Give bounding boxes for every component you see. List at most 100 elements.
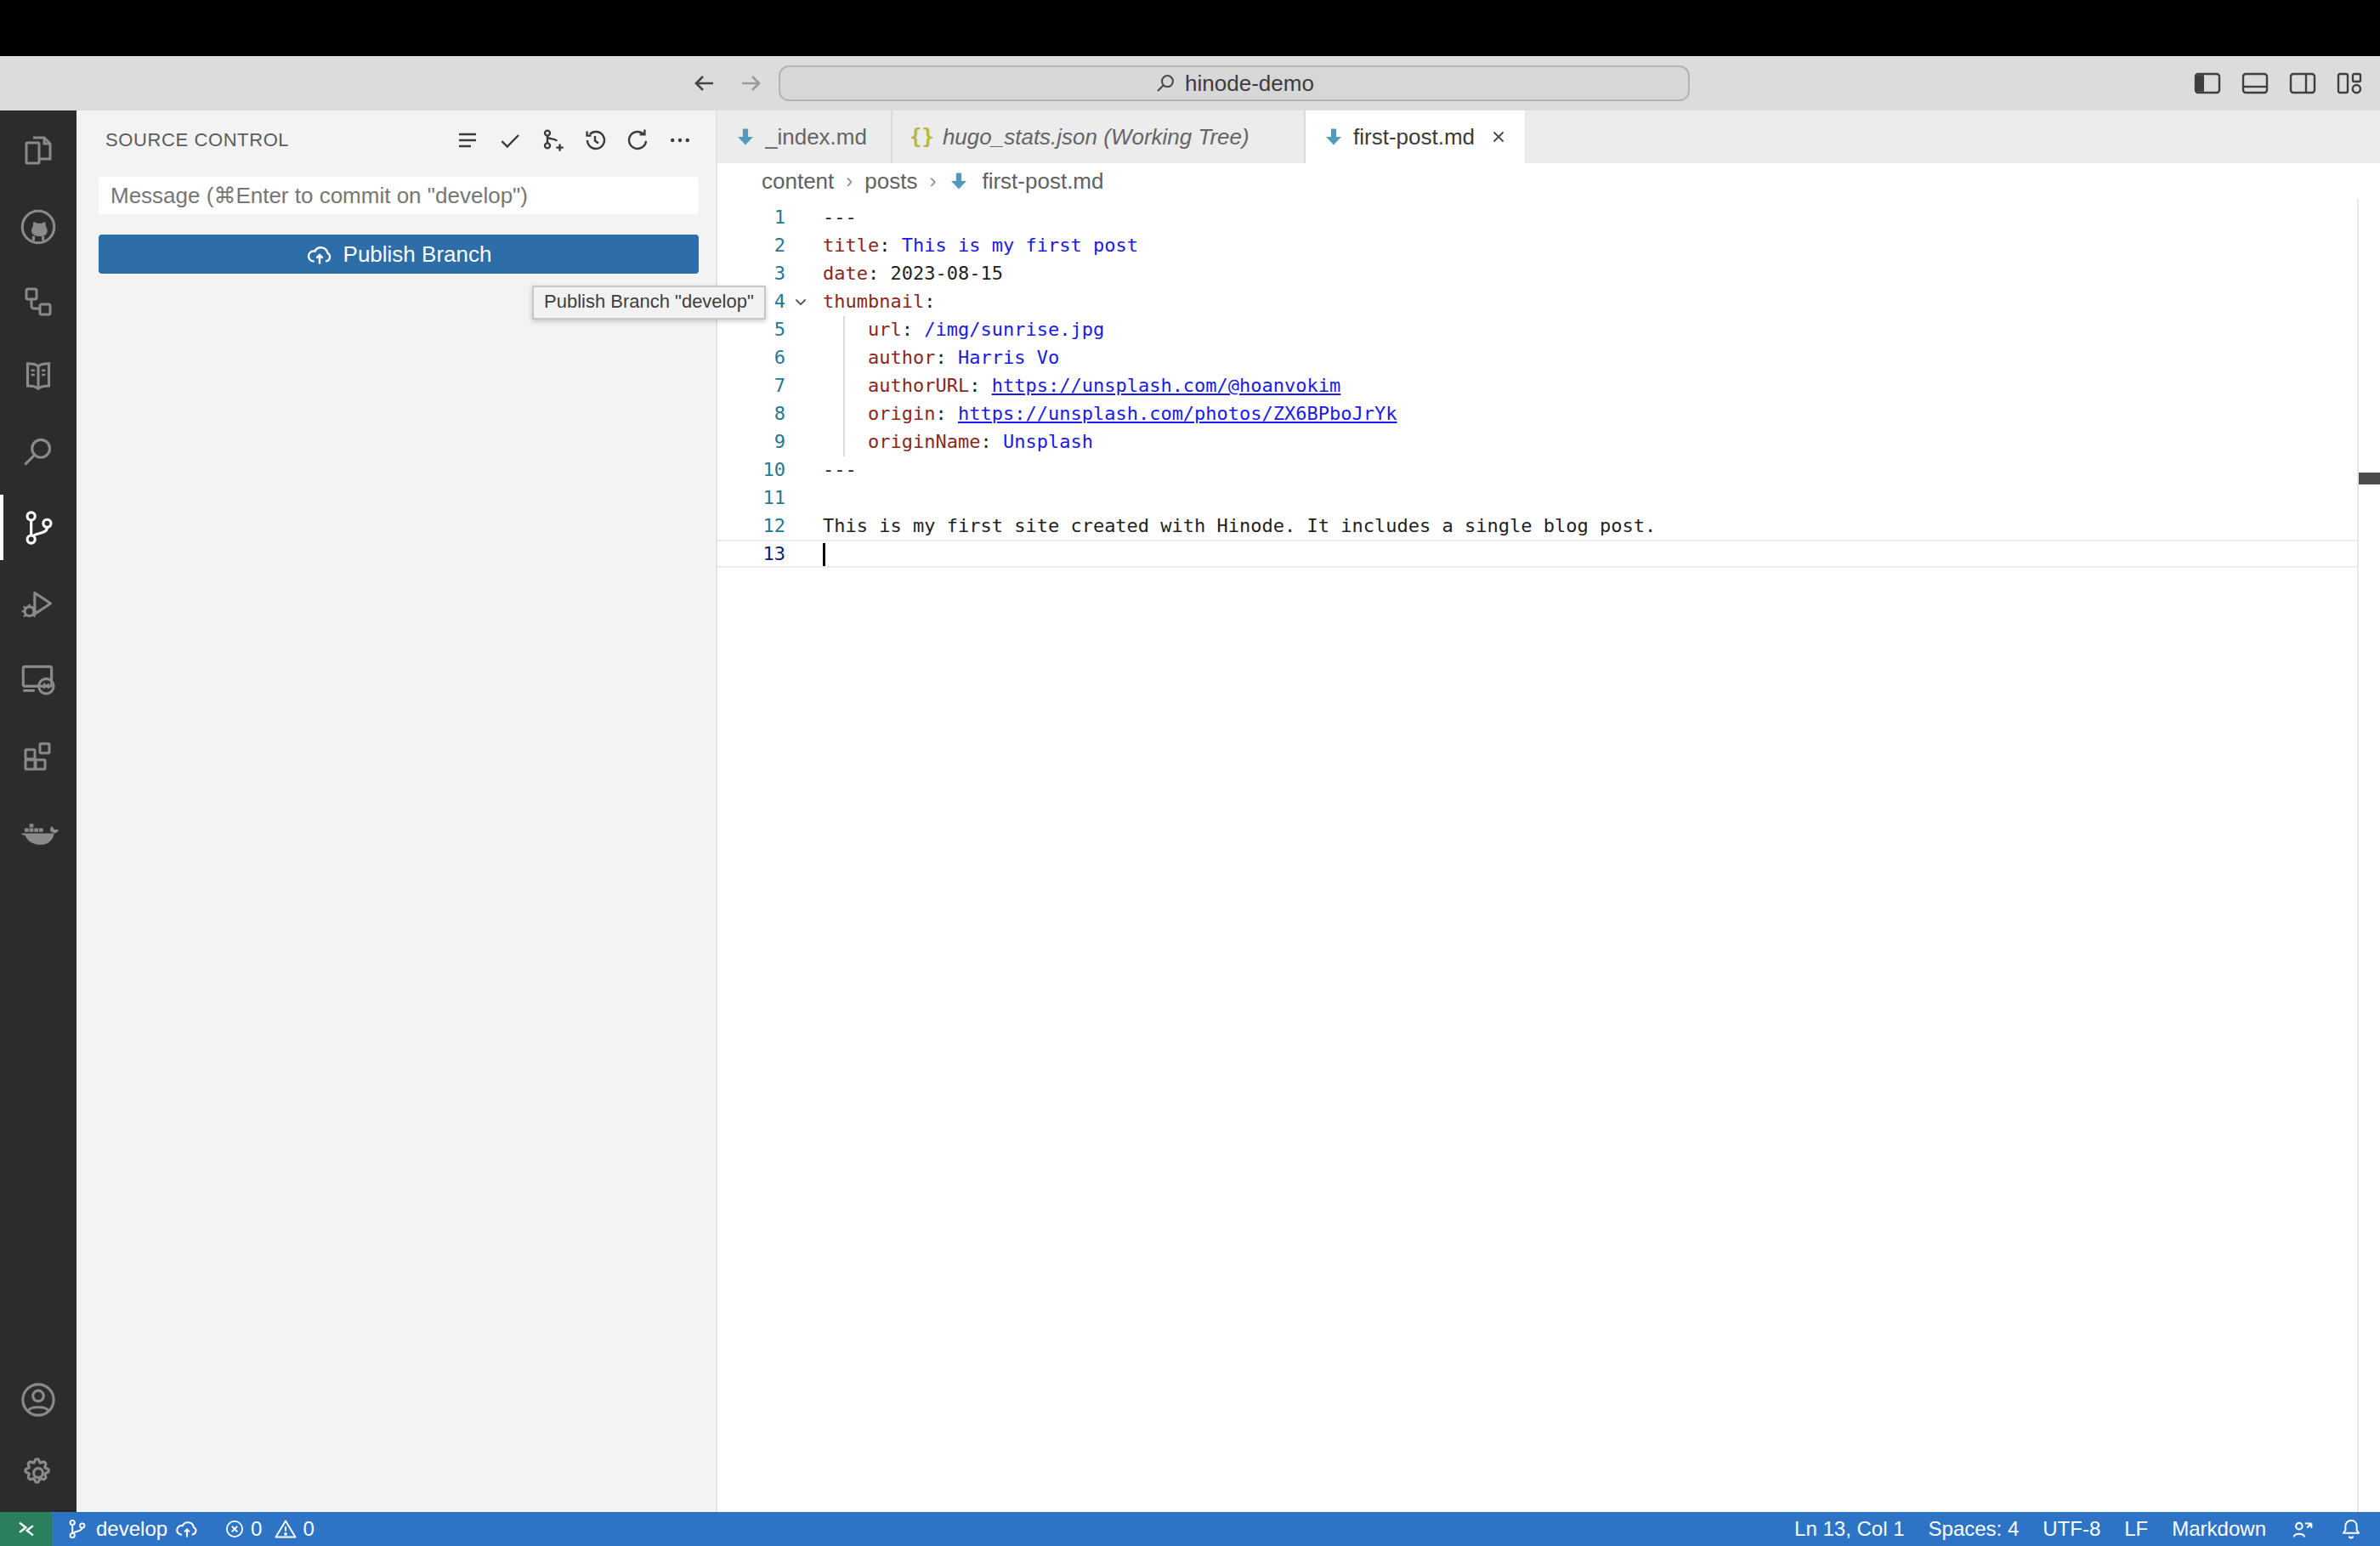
markdown-file-icon [734,126,756,148]
eol-status[interactable]: LF [2124,1517,2148,1541]
activity-account[interactable] [0,1362,76,1437]
problems-status-item[interactable]: 0 0 [224,1517,314,1541]
forward-arrow-icon[interactable] [738,70,765,97]
activity-docker[interactable] [0,794,76,869]
line-number: 12 [717,515,823,536]
commit-check-icon[interactable] [496,127,524,154]
back-arrow-icon[interactable] [690,70,717,97]
error-count: 0 [251,1517,262,1541]
command-center[interactable]: hinode-demo [779,65,1690,101]
search-icon [1154,72,1176,94]
activity-explorer[interactable] [0,112,76,188]
sidebar-source-control: SOURCE CONTROL Publish Branch [76,110,717,1512]
line-number: 2 [717,235,823,256]
refresh-icon[interactable] [624,127,651,154]
activity-docs[interactable] [0,338,76,414]
code-line[interactable]: 9 originName: Unsplash [717,428,2358,456]
encoding-status[interactable]: UTF-8 [2043,1517,2100,1541]
tab-bar: _index.md {} hugo_stats.json (Working Tr… [717,110,2380,163]
activity-hierarchy[interactable] [0,263,76,339]
tab-index-md[interactable]: _index.md [717,110,892,163]
error-icon [224,1518,246,1540]
publish-cloud-icon [174,1516,200,1542]
branch-status-item[interactable]: develop [65,1516,200,1542]
indentation-status[interactable]: Spaces: 4 [1929,1517,2020,1541]
code-line[interactable]: 2title: This is my first post [717,231,2358,259]
code-line[interactable]: 11 [717,484,2358,512]
publish-branch-button[interactable]: Publish Branch [99,235,699,274]
breadcrumb-folder[interactable]: content [762,168,834,195]
publish-branch-tooltip: Publish Branch "develop" [532,286,766,320]
breadcrumb: content › posts › first-post.md [717,163,2380,199]
activity-remote-explorer[interactable] [0,641,76,716]
code-line[interactable]: 10--- [717,456,2358,484]
activity-source-control[interactable] [0,490,76,565]
code-line[interactable]: 8 origin: https://unsplash.com/photos/ZX… [717,399,2358,428]
view-as-list-icon[interactable] [454,127,481,154]
code-line[interactable]: 7 authorURL: https://unsplash.com/@hoanv… [717,371,2358,399]
source-control-header: SOURCE CONTROL [76,110,716,170]
activity-github[interactable] [0,189,76,264]
markdown-file-icon [1323,126,1345,148]
line-number: 5 [717,319,823,340]
breadcrumb-folder[interactable]: posts [864,168,917,195]
overview-ruler-border [2357,199,2359,1512]
activity-settings[interactable] [0,1435,76,1510]
language-mode-status[interactable]: Markdown [2172,1517,2266,1541]
commit-message-input[interactable] [99,177,699,214]
warning-count: 0 [303,1517,314,1541]
feedback-icon[interactable] [2290,1516,2315,1542]
code-line[interactable]: 6 author: Harris Vo [717,343,2358,371]
line-number: 1 [717,207,823,228]
activity-run-debug[interactable] [0,566,76,642]
notifications-bell-icon[interactable] [2339,1517,2363,1541]
line-number: 3 [717,263,823,284]
git-branch-icon [65,1517,89,1541]
history-icon[interactable] [581,127,609,154]
toggle-panel-icon[interactable] [2241,71,2270,96]
chevron-right-icon: › [846,169,853,193]
tab-first-post-md[interactable]: first-post.md [1306,110,1527,163]
code-line[interactable]: 5 url: /img/sunrise.jpg [717,315,2358,343]
activity-search[interactable] [0,415,76,490]
json-file-icon: {} [910,125,934,149]
text-cursor [823,543,825,566]
command-center-label: hinode-demo [1185,71,1314,97]
branch-create-icon[interactable] [539,127,566,154]
close-tab-icon[interactable] [1489,127,1508,146]
warning-icon [274,1517,298,1541]
activity-bar [0,110,76,1512]
more-actions-icon[interactable] [666,127,694,154]
nav-arrows [690,56,765,110]
branch-name: develop [96,1517,167,1541]
breadcrumb-file[interactable]: first-post.md [982,168,1103,195]
markdown-file-icon [948,170,970,192]
toggle-secondary-sidebar-icon[interactable] [2288,71,2317,96]
title-bar: hinode-demo [0,56,2380,110]
vscode-window: hinode-demo [0,0,2380,1546]
code-line[interactable]: 12This is my first site created with Hin… [717,512,2358,540]
remote-indicator[interactable] [0,1512,52,1546]
indent-guide [843,316,845,456]
tab-hugo-stats-json[interactable]: {} hugo_stats.json (Working Tree) [892,110,1306,163]
code-lines: 1---2title: This is my first post3date: … [717,203,2380,568]
cursor-position-status[interactable]: Ln 13, Col 1 [1794,1517,1904,1541]
line-number: 10 [717,459,823,480]
window-top-strip [0,0,2380,56]
titlebar-layout-controls [2193,56,2363,110]
chevron-right-icon: › [929,169,936,193]
code-area[interactable]: 1---2title: This is my first post3date: … [717,199,2380,1512]
code-line[interactable]: 1--- [717,203,2358,231]
toggle-sidebar-icon[interactable] [2193,71,2222,96]
line-number: 13 [717,543,823,564]
code-line[interactable]: 13 [717,540,2358,568]
line-number: 11 [717,487,823,508]
overview-ruler-cursor-mark [2359,473,2380,484]
code-line[interactable]: 4thumbnail: [717,287,2358,315]
activity-extensions[interactable] [0,717,76,793]
line-number: 7 [717,375,823,396]
code-line[interactable]: 3date: 2023-08-15 [717,259,2358,287]
customize-layout-icon[interactable] [2336,71,2363,96]
fold-chevron-icon[interactable] [789,288,813,316]
line-number: 9 [717,431,823,452]
